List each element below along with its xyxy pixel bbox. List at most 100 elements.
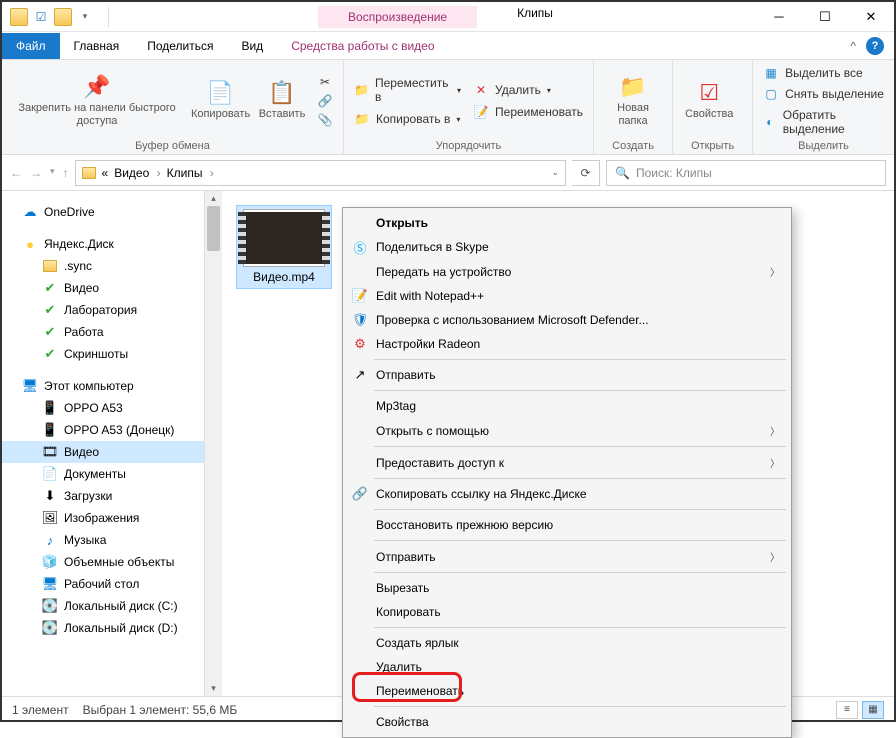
ctx-properties[interactable]: Свойства [346, 710, 788, 734]
ctx-notepadpp[interactable]: 📝Edit with Notepad++ [346, 284, 788, 308]
paste-button[interactable]: 📋Вставить [255, 78, 309, 123]
minimize-button[interactable]: ─ [756, 2, 802, 32]
search-input[interactable]: 🔍 Поиск: Клипы [606, 160, 886, 186]
view-icons-button[interactable]: ▦ [862, 701, 884, 719]
rename-button[interactable]: 📝Переименовать [469, 104, 587, 120]
close-button[interactable]: ✕ [848, 2, 894, 32]
breadcrumb[interactable]: Клипы [167, 166, 214, 180]
copyto-icon: 📁 [354, 112, 370, 126]
tab-share[interactable]: Поделиться [133, 33, 227, 59]
ctx-restore[interactable]: Восстановить прежнюю версию [346, 513, 788, 537]
ctx-shortcut[interactable]: Создать ярлык [346, 631, 788, 655]
ctx-openwith[interactable]: Открыть с помощью〉 [346, 418, 788, 443]
tree-3dobjects[interactable]: 🧊Объемные объекты [2, 551, 221, 573]
tree-sync[interactable]: .sync [2, 255, 221, 277]
back-button[interactable]: ← [10, 166, 22, 180]
properties-button[interactable]: ☑Свойства [679, 78, 739, 123]
new-folder-button[interactable]: 📁Новая папка [600, 72, 666, 130]
copypath-small-button[interactable]: 🔗 [313, 93, 337, 109]
view-details-button[interactable]: ≡ [836, 701, 858, 719]
address-dropdown-icon[interactable]: ⌄ [551, 167, 559, 178]
phone-icon: 📱 [42, 400, 58, 416]
tree-images[interactable]: 🖼Изображения [2, 507, 221, 529]
ctx-mp3tag[interactable]: Mp3tag [346, 394, 788, 418]
ctx-rename[interactable]: Переименовать [346, 679, 788, 703]
tree-disk-d[interactable]: 💽Локальный диск (D:) [2, 617, 221, 639]
group-clipboard-label: Буфер обмена [8, 138, 337, 152]
address-bar[interactable]: « Видео Клипы ⌄ [75, 160, 566, 186]
paste-shortcut-button[interactable]: 📎 [313, 112, 337, 128]
forward-button[interactable]: → [30, 166, 42, 180]
pc-icon: 🖥 [22, 378, 38, 394]
ctx-open[interactable]: Открыть [346, 211, 788, 235]
tree-videos[interactable]: 🎞Видео [2, 441, 221, 463]
tab-file[interactable]: Файл [2, 33, 60, 59]
folder-icon [10, 8, 28, 26]
tab-video-tools[interactable]: Средства работы с видео [277, 33, 448, 59]
ctx-defender[interactable]: 🛡Проверка с использованием Microsoft Def… [346, 308, 788, 332]
ctx-delete[interactable]: Удалить [346, 655, 788, 679]
paste-icon: 📋 [268, 80, 295, 106]
tree-music[interactable]: ♪Музыка [2, 529, 221, 551]
tree-desktop[interactable]: 🖥Рабочий стол [2, 573, 221, 595]
selectnone-icon: ▢ [763, 87, 779, 101]
shortcut-icon: 📎 [317, 113, 333, 127]
tree-downloads[interactable]: ⬇Загрузки [2, 485, 221, 507]
scroll-thumb[interactable] [207, 206, 220, 251]
tab-view[interactable]: Вид [227, 33, 277, 59]
file-item-video[interactable]: Видео.mp4 [236, 205, 332, 289]
tree-yandexdisk[interactable]: ●Яндекс.Диск [2, 233, 221, 255]
tree-thispc[interactable]: 🖥Этот компьютер [2, 375, 221, 397]
invert-icon: ◐ [763, 115, 777, 129]
chevron-up-icon[interactable]: ^ [850, 39, 856, 53]
ctx-cast[interactable]: Передать на устройство〉 [346, 259, 788, 284]
phone-icon: 📱 [42, 422, 58, 438]
tree-onedrive[interactable]: ☁OneDrive [2, 201, 221, 223]
tree-documents[interactable]: 📄Документы [2, 463, 221, 485]
refresh-button[interactable]: ⟳ [572, 160, 600, 186]
recent-dropdown[interactable]: ▾ [50, 166, 55, 180]
path-icon: 🔗 [317, 94, 333, 108]
maximize-button[interactable]: ☐ [802, 2, 848, 32]
properties-icon: ☑ [699, 80, 719, 106]
ctx-share[interactable]: ↗Отправить [346, 363, 788, 387]
ctx-skype[interactable]: ⓈПоделиться в Skype [346, 235, 788, 259]
ctx-copy[interactable]: Копировать [346, 600, 788, 624]
tree-oppo2[interactable]: 📱OPPO A53 (Донецк) [2, 419, 221, 441]
tab-home[interactable]: Главная [60, 33, 134, 59]
copy-button[interactable]: 📄Копировать [190, 78, 251, 123]
sidebar-scrollbar[interactable]: ▴ ▾ [204, 191, 221, 696]
select-all-button[interactable]: ▦Выделить все [759, 65, 888, 81]
up-button[interactable]: ↑ [63, 166, 69, 180]
disk-icon: 💽 [42, 620, 58, 636]
ctx-access[interactable]: Предоставить доступ к〉 [346, 450, 788, 475]
help-icon[interactable]: ? [866, 37, 884, 55]
tree-lab[interactable]: ✔Лаборатория [2, 299, 221, 321]
context-menu: Открыть ⓈПоделиться в Skype Передать на … [342, 207, 792, 738]
tree-screenshots[interactable]: ✔Скриншоты [2, 343, 221, 365]
ctx-yalink[interactable]: 🔗Скопировать ссылку на Яндекс.Диске [346, 482, 788, 506]
ctx-cut[interactable]: Вырезать [346, 576, 788, 600]
pin-button[interactable]: 📌Закрепить на панели быстрого доступа [8, 72, 186, 130]
tree-disk-c[interactable]: 💽Локальный диск (C:) [2, 595, 221, 617]
ribbon-tabs: Файл Главная Поделиться Вид Средства раб… [2, 32, 894, 60]
qat-check-icon[interactable]: ☑ [32, 8, 50, 26]
file-name: Видео.mp4 [239, 270, 329, 284]
qat-overflow-icon[interactable]: ▾ [76, 8, 94, 26]
cut-small-button[interactable]: ✂ [313, 74, 337, 90]
tree-oppo1[interactable]: 📱OPPO A53 [2, 397, 221, 419]
search-icon: 🔍 [615, 166, 630, 180]
move-to-button[interactable]: 📁Переместить в ▾ [350, 75, 465, 105]
radeon-icon: ⚙ [352, 336, 368, 352]
copy-to-button[interactable]: 📁Копировать в ▾ [350, 111, 465, 127]
ctx-sendto[interactable]: Отправить〉 [346, 544, 788, 569]
invert-selection-button[interactable]: ◐Обратить выделение [759, 107, 888, 137]
breadcrumb[interactable]: Видео [114, 166, 160, 180]
tree-yadisk-video[interactable]: ✔Видео [2, 277, 221, 299]
tree-work[interactable]: ✔Работа [2, 321, 221, 343]
delete-button[interactable]: ✕Удалить ▾ [469, 82, 587, 98]
selectall-icon: ▦ [763, 66, 779, 80]
select-none-button[interactable]: ▢Снять выделение [759, 86, 888, 102]
ctx-radeon[interactable]: ⚙Настройки Radeon [346, 332, 788, 356]
group-organize-label: Упорядочить [350, 138, 587, 152]
